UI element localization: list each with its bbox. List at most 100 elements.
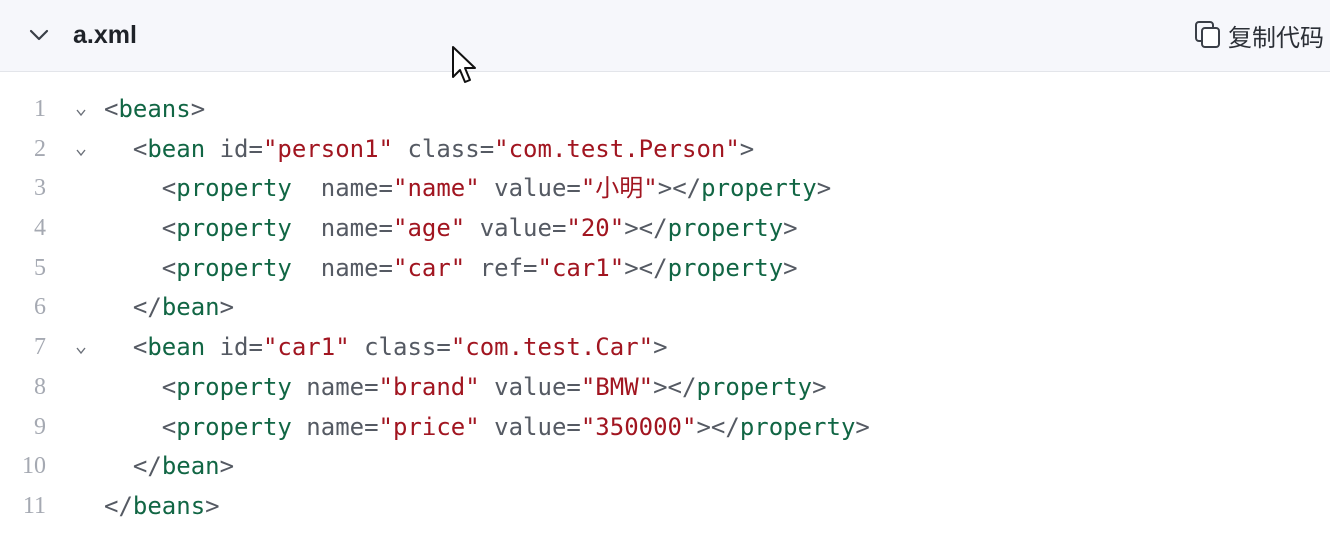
copy-code-label: 复制代码 (1228, 23, 1324, 52)
code-token-punc: < (161, 214, 177, 243)
code-line: 3 <property name="name" value="小明"></pro… (0, 168, 1330, 208)
line-number: 8 (34, 373, 46, 400)
code-token-tag: bean (161, 452, 220, 481)
code-token-tag: property (739, 412, 856, 441)
code-token-attr: class= (349, 333, 451, 362)
mouse-pointer-icon (452, 46, 476, 83)
code-token-str: "car1" (537, 253, 625, 282)
code-view[interactable]: 1 <beans> 2 <bean id="person1" class="com.… (0, 89, 1330, 526)
code-text: </bean> (104, 287, 234, 327)
code-token-tag: bean (161, 293, 220, 322)
code-token-punc: > (783, 253, 798, 282)
code-token-attr: ref= (465, 253, 538, 282)
code-token-punc: > (219, 293, 235, 322)
code-token-punc: < (161, 253, 177, 282)
code-line: 2 <bean id="person1" class="com.test.Per… (0, 129, 1330, 169)
code-token-punc: < (161, 372, 177, 401)
code-text: <property name="brand" value="BMW"></pro… (104, 367, 827, 407)
fold-chevron-icon[interactable] (74, 145, 88, 159)
code-line: 5 <property name="car" ref="car1"></prop… (0, 248, 1330, 288)
code-token-str: "20" (566, 214, 625, 243)
code-text: </bean> (104, 446, 234, 486)
code-token-tag: property (176, 253, 292, 282)
code-token-str: "BMW" (580, 372, 654, 401)
code-token-tag: property (667, 253, 784, 282)
code-line: 9 <property name="price" value="350000">… (0, 407, 1330, 447)
code-token-attr: name= (291, 174, 393, 203)
code-token-attr: name= (291, 253, 393, 282)
line-number: 11 (22, 492, 46, 519)
code-token-attr: id= (205, 333, 263, 362)
code-token-punc: > (653, 333, 668, 362)
code-text: <bean id="person1" class="com.test.Perso… (104, 129, 754, 169)
code-line: 8 <property name="brand" value="BMW"></p… (0, 367, 1330, 407)
code-token-punc: ></ (624, 253, 668, 282)
code-token-punc: < (132, 134, 148, 163)
code-line: 4 <property name="age" value="20"></prop… (0, 208, 1330, 248)
code-text: <beans> (104, 89, 205, 129)
code-token-punc: > (783, 214, 798, 243)
line-number: 9 (34, 413, 46, 440)
code-token-punc: < (104, 95, 119, 123)
code-token-tag: bean (147, 333, 206, 362)
code-token-punc: > (219, 452, 235, 481)
code-token-punc: </ (132, 293, 162, 322)
code-token-tag: beans (118, 95, 191, 123)
code-token-tag: property (667, 214, 784, 243)
code-token-punc: < (161, 412, 177, 441)
line-number: 2 (34, 135, 46, 162)
code-text: </beans> (104, 486, 220, 526)
code-token-punc: > (739, 134, 755, 163)
code-line: 7 <bean id="car1" class="com.test.Car"> (0, 327, 1330, 367)
code-token-str: "car1" (262, 333, 350, 362)
code-token-tag: property (176, 214, 292, 243)
code-token-punc: > (812, 372, 827, 401)
code-token-tag: property (176, 174, 292, 203)
code-token-punc: > (190, 95, 206, 123)
code-token-attr: name= (291, 372, 379, 401)
code-token-attr: value= (479, 372, 581, 401)
code-token-attr: value= (465, 214, 567, 243)
code-text: <property name="age" value="20"></proper… (104, 208, 798, 248)
code-token-punc: ></ (696, 412, 740, 441)
code-token-punc: </ (104, 491, 133, 520)
line-number: 5 (34, 254, 46, 281)
code-token-tag: bean (147, 134, 206, 163)
line-number: 1 (34, 96, 46, 122)
chevron-down-icon[interactable] (28, 24, 50, 46)
code-text: <bean id="car1" class="com.test.Car"> (104, 327, 668, 367)
code-token-attr: class= (393, 134, 495, 163)
code-block-header: a.xml 复制代码 (0, 0, 1330, 72)
code-token-punc: </ (132, 452, 162, 481)
code-token-attr: name= (291, 412, 379, 441)
copy-code-button[interactable]: 复制代码 (1194, 16, 1324, 54)
line-number: 3 (34, 175, 46, 202)
code-token-str: "car" (393, 253, 466, 282)
code-token-attr: id= (205, 134, 263, 163)
code-line: 6 </bean> (0, 287, 1330, 327)
code-token-str: "person1" (262, 134, 393, 163)
code-token-punc: < (132, 333, 148, 362)
code-token-str: "name" (393, 174, 480, 203)
code-token-str: "小明" (580, 174, 658, 203)
code-token-punc: ></ (653, 372, 697, 401)
fold-chevron-icon[interactable] (74, 343, 88, 357)
line-number: 6 (34, 294, 46, 321)
code-token-str: "350000" (580, 412, 697, 441)
code-text: <property name="price" value="350000"></… (104, 407, 870, 447)
code-token-tag: property (701, 174, 817, 203)
code-token-str: "com.test.Car" (450, 333, 654, 362)
code-token-str: "com.test.Person" (494, 134, 740, 163)
copy-icon (1195, 21, 1220, 48)
line-number: 10 (22, 453, 46, 480)
code-token-punc: ></ (624, 214, 668, 243)
code-token-str: "age" (393, 214, 466, 243)
code-token-tag: property (176, 372, 292, 401)
code-token-punc: ></ (657, 174, 702, 203)
code-line: 10 </bean> (0, 446, 1330, 486)
code-line: 1 <beans> (0, 89, 1330, 129)
code-token-punc: > (205, 491, 220, 520)
line-number: 7 (34, 334, 46, 361)
fold-chevron-icon[interactable] (74, 105, 88, 119)
code-token-attr: name= (291, 214, 393, 243)
